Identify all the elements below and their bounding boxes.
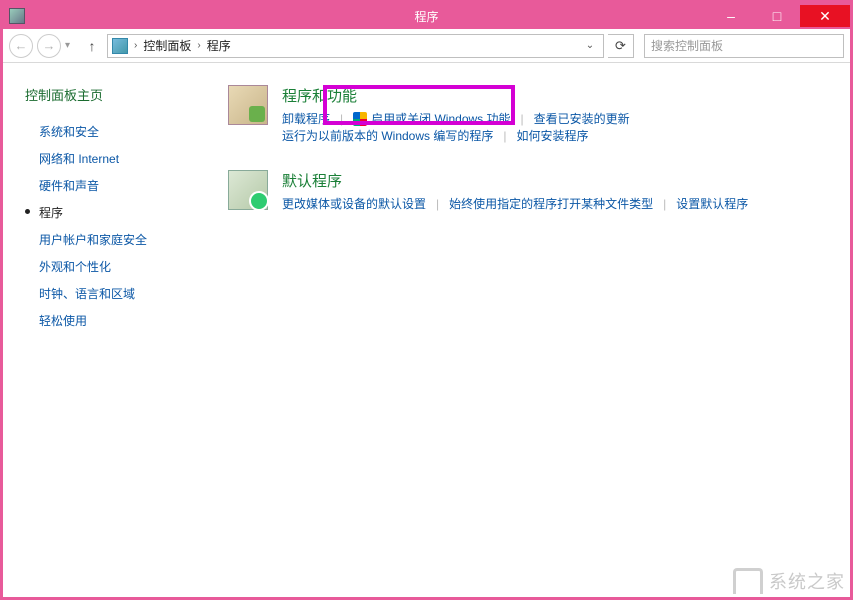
category-title[interactable]: 默认程序 (282, 170, 830, 191)
app-icon (9, 8, 25, 24)
address-dropdown-icon[interactable]: ⌄ (581, 40, 599, 51)
task-link[interactable]: 更改媒体或设备的默认设置 (282, 195, 426, 212)
category-section: 默认程序更改媒体或设备的默认设置 | 始终使用指定的程序打开某种文件类型 | 设置默认程… (228, 170, 830, 212)
task-link[interactable]: 查看已安装的更新 (534, 110, 630, 127)
task-link[interactable]: 卸载程序 (282, 110, 330, 127)
category-section: 程序和功能卸载程序|启用或关闭 Windows 功能|查看已安装的更新运行为以前… (228, 85, 830, 144)
task-link[interactable]: 运行为以前版本的 Windows 编写的程序 (282, 127, 493, 144)
task-link-label: 运行为以前版本的 Windows 编写的程序 (282, 127, 493, 144)
back-button[interactable]: ← (9, 34, 33, 58)
task-row: 卸载程序 | 启用或关闭 Windows 功能 | 查看已安装的更新 (282, 110, 830, 127)
sidebar-item[interactable]: 硬件和声音 (25, 172, 198, 199)
refresh-button[interactable]: ⟳ (608, 34, 634, 58)
main-content: 程序和功能卸载程序|启用或关闭 Windows 功能|查看已安装的更新运行为以前… (208, 63, 850, 597)
sidebar-item[interactable]: 轻松使用 (25, 307, 198, 334)
shield-icon (353, 112, 367, 126)
task-link-label: 始终使用指定的程序打开某种文件类型 (449, 195, 653, 212)
task-divider: | (503, 129, 506, 143)
address-bar[interactable]: › 控制面板 › 程序 ⌄ (107, 34, 604, 58)
task-link-label: 启用或关闭 Windows 功能 (371, 110, 510, 127)
body: 控制面板主页 系统和安全网络和 Internet硬件和声音程序用户帐户和家庭安全… (3, 63, 850, 597)
breadcrumb-sep: › (197, 40, 200, 51)
breadcrumb-sep: › (134, 40, 137, 51)
task-divider: | (521, 112, 524, 126)
sidebar-list: 系统和安全网络和 Internet硬件和声音程序用户帐户和家庭安全外观和个性化时… (25, 118, 198, 334)
window-controls: – □ ✕ (708, 5, 850, 27)
sidebar-item[interactable]: 系统和安全 (25, 118, 198, 145)
task-link-label: 设置默认程序 (676, 195, 748, 212)
task-link-label: 查看已安装的更新 (534, 110, 630, 127)
category-icon (228, 170, 268, 210)
task-link[interactable]: 设置默认程序 (676, 195, 748, 212)
task-divider: | (340, 112, 343, 126)
sidebar-item[interactable]: 时钟、语言和区域 (25, 280, 198, 307)
minimize-button[interactable]: – (708, 5, 754, 27)
sidebar-item[interactable]: 程序 (25, 199, 198, 226)
location-icon (112, 38, 128, 54)
breadcrumb-root[interactable]: 控制面板 (143, 37, 191, 54)
search-input[interactable] (651, 39, 837, 53)
history-dropdown-icon[interactable]: ▾ (65, 40, 77, 51)
task-row: 运行为以前版本的 Windows 编写的程序 | 如何安装程序 (282, 127, 830, 144)
close-button[interactable]: ✕ (800, 5, 850, 27)
category-body: 默认程序更改媒体或设备的默认设置 | 始终使用指定的程序打开某种文件类型 | 设置默认程… (282, 170, 830, 212)
breadcrumb-current[interactable]: 程序 (207, 37, 231, 54)
category-title[interactable]: 程序和功能 (282, 85, 830, 106)
task-link-label: 卸载程序 (282, 110, 330, 127)
sidebar-home-link[interactable]: 控制面板主页 (25, 85, 198, 104)
sidebar-item[interactable]: 网络和 Internet (25, 145, 198, 172)
task-link-label: 如何安装程序 (516, 127, 588, 144)
category-body: 程序和功能卸载程序|启用或关闭 Windows 功能|查看已安装的更新运行为以前… (282, 85, 830, 144)
task-row: 更改媒体或设备的默认设置 | 始终使用指定的程序打开某种文件类型 | 设置默认程序 (282, 195, 830, 212)
maximize-button[interactable]: □ (754, 5, 800, 27)
task-divider: | (663, 197, 666, 211)
task-link[interactable]: 始终使用指定的程序打开某种文件类型 (449, 195, 653, 212)
sidebar-item[interactable]: 外观和个性化 (25, 253, 198, 280)
forward-button[interactable]: → (37, 34, 61, 58)
sidebar-item[interactable]: 用户帐户和家庭安全 (25, 226, 198, 253)
titlebar[interactable]: 程序 – □ ✕ (3, 3, 850, 29)
navbar: ← → ▾ ↑ › 控制面板 › 程序 ⌄ ⟳ (3, 29, 850, 63)
task-link-label: 更改媒体或设备的默认设置 (282, 195, 426, 212)
task-link[interactable]: 如何安装程序 (516, 127, 588, 144)
search-box[interactable] (644, 34, 844, 58)
category-icon (228, 85, 268, 125)
control-panel-window: 程序 – □ ✕ ← → ▾ ↑ › 控制面板 › 程序 ⌄ ⟳ 控制面板主页 … (0, 0, 853, 600)
task-divider: | (436, 197, 439, 211)
up-button[interactable]: ↑ (81, 35, 103, 57)
task-link[interactable]: 启用或关闭 Windows 功能 (353, 110, 510, 127)
sidebar: 控制面板主页 系统和安全网络和 Internet硬件和声音程序用户帐户和家庭安全… (3, 63, 208, 597)
